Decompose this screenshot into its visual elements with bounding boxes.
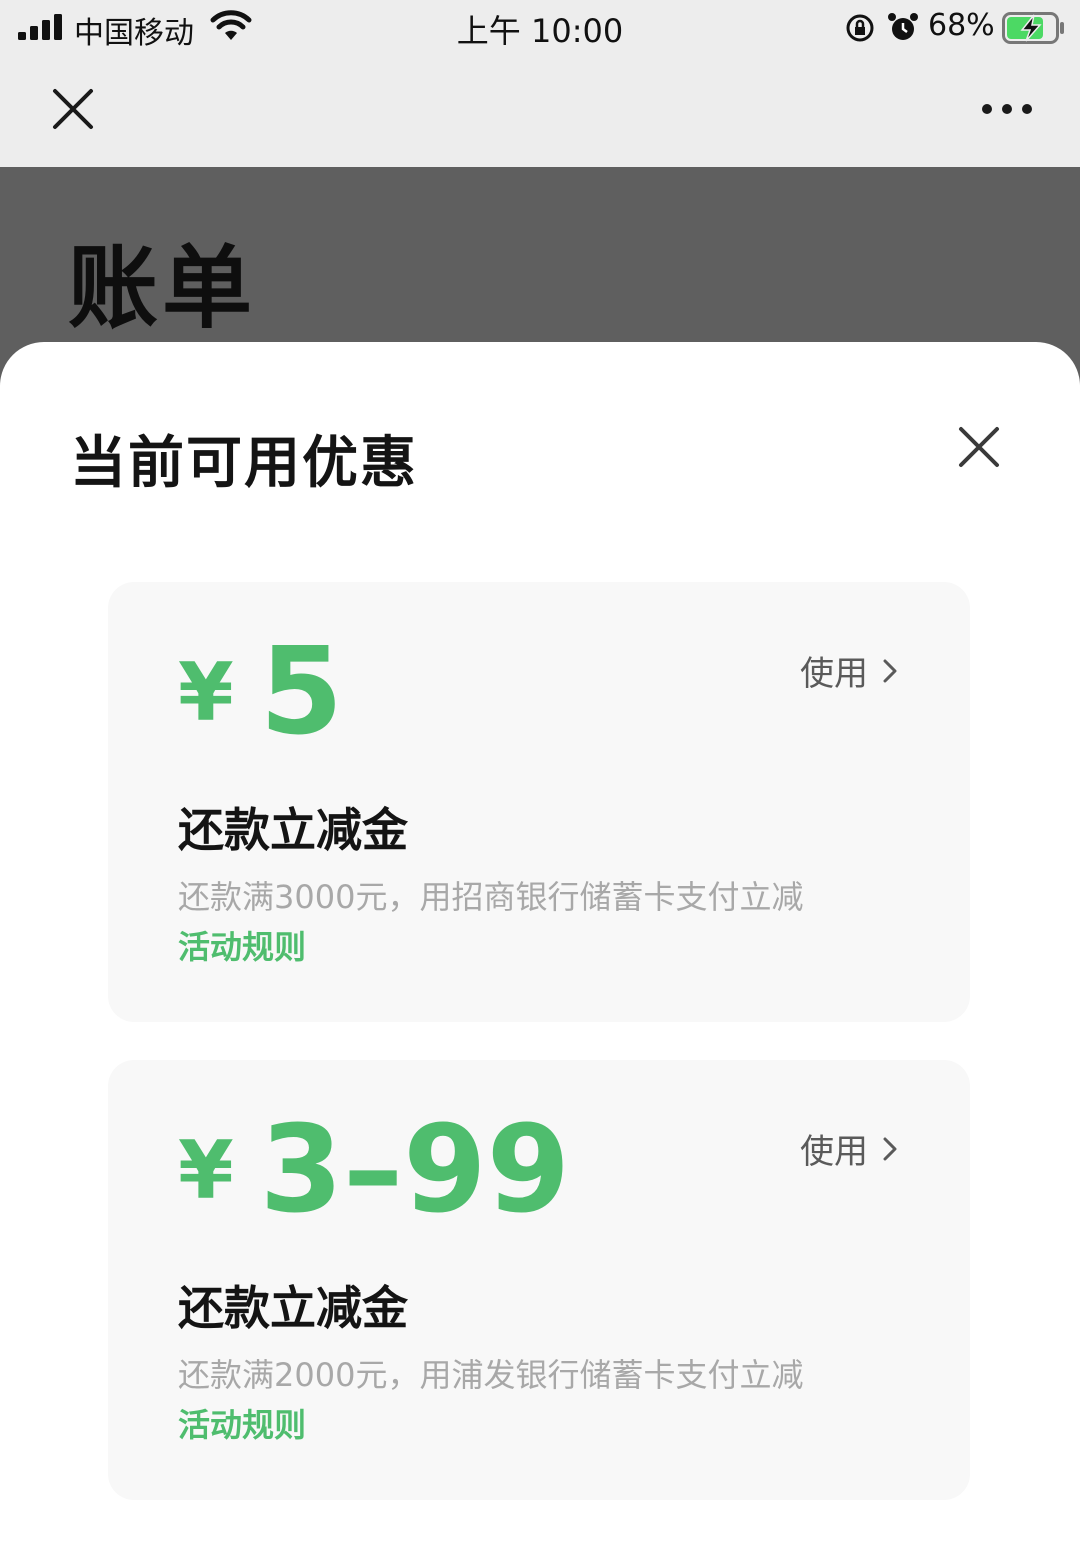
rules-link[interactable]: 活动规则 (178, 922, 306, 968)
coupon-name: 还款立减金 (178, 803, 408, 857)
battery-percent: 68% (928, 8, 995, 43)
sheet-close-icon[interactable] (958, 426, 1000, 468)
battery-charging-icon (1002, 12, 1064, 44)
coupon-card: ¥3–99 使用 还款立减金 还款满2000元，用浦发银行储蓄卡支付立减 活动规… (108, 1060, 970, 1500)
coupon-amount: ¥3–99 (178, 1106, 570, 1236)
chevron-right-icon (883, 1137, 897, 1160)
coupon-card: ¥5 使用 还款立减金 还款满3000元，用招商银行储蓄卡支付立减 活动规则 (108, 582, 970, 1022)
currency-symbol: ¥ (178, 1124, 234, 1217)
use-coupon-button[interactable]: 使用 (800, 646, 898, 695)
use-label: 使用 (800, 1132, 868, 1172)
coupon-description: 还款满2000元，用浦发银行储蓄卡支付立减 (178, 1356, 804, 1394)
coupon-sheet: 当前可用优惠 ¥5 使用 还款立减金 还款满3000元，用招商银行储蓄卡支付立减… (0, 342, 1080, 1551)
chevron-right-icon (883, 659, 897, 682)
alarm-icon (888, 13, 918, 40)
use-coupon-button[interactable]: 使用 (800, 1124, 898, 1173)
coupon-value: 3–99 (259, 1101, 571, 1240)
rules-link[interactable]: 活动规则 (178, 1400, 306, 1446)
page-title: 账单 (68, 236, 256, 341)
rotation-lock-icon (846, 14, 874, 42)
coupon-amount: ¥5 (178, 628, 343, 758)
coupon-description: 还款满3000元，用招商银行储蓄卡支付立减 (178, 878, 804, 916)
top-bar: 中国移动 上午 10:00 68% (0, 0, 1080, 167)
status-bar: 中国移动 上午 10:00 68% (0, 0, 1080, 56)
more-icon[interactable] (980, 100, 1034, 118)
coupon-name: 还款立减金 (178, 1281, 408, 1335)
sheet-title: 当前可用优惠 (70, 431, 418, 496)
currency-symbol: ¥ (178, 646, 234, 739)
use-label: 使用 (800, 654, 868, 694)
coupon-value: 5 (259, 623, 344, 762)
nav-close-icon[interactable] (52, 88, 94, 130)
